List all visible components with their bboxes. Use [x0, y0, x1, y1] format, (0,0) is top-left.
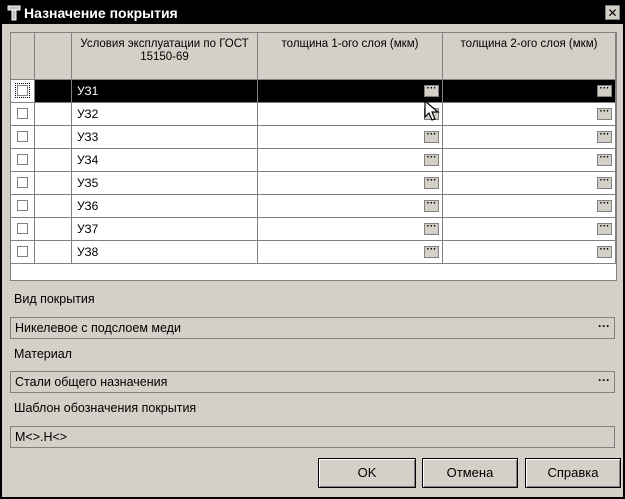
- row-conditions[interactable]: УЗ1: [72, 80, 258, 103]
- table-row[interactable]: УЗ6 ··· ···: [11, 195, 616, 218]
- row-thickness-2[interactable]: ···: [443, 195, 616, 218]
- table-row[interactable]: УЗ2 ··· ···: [11, 103, 616, 126]
- mouse-pointer-icon: [424, 100, 440, 121]
- row-checkbox[interactable]: [17, 131, 28, 142]
- column-header-thickness-2[interactable]: толщина 2-ого слоя (мкм): [443, 33, 616, 80]
- table-header: Условия эксплуатации по ГОСТ 15150-69 то…: [11, 33, 616, 80]
- row-checkbox[interactable]: [15, 83, 30, 98]
- material-ellipsis-button[interactable]: ···: [598, 372, 610, 388]
- ellipsis-button[interactable]: ···: [424, 153, 439, 166]
- ellipsis-button[interactable]: ···: [424, 176, 439, 189]
- row-thickness-2[interactable]: ···: [443, 126, 616, 149]
- ok-button[interactable]: OK: [318, 458, 416, 488]
- row-conditions[interactable]: УЗ3: [72, 126, 258, 149]
- coating-type-label: Вид покрытия: [14, 292, 95, 306]
- table-row[interactable]: УЗ3 ··· ···: [11, 126, 616, 149]
- row-conditions[interactable]: УЗ2: [72, 103, 258, 126]
- template-label: Шаблон обозначения покрытия: [14, 401, 197, 415]
- table-row[interactable]: УЗ4 ··· ···: [11, 149, 616, 172]
- ellipsis-button[interactable]: ···: [597, 176, 612, 189]
- material-label: Материал: [14, 347, 72, 361]
- ellipsis-button[interactable]: ···: [424, 84, 439, 97]
- table-row[interactable]: УЗ7 ··· ···: [11, 218, 616, 241]
- ellipsis-button[interactable]: ···: [424, 222, 439, 235]
- row-checkbox[interactable]: [17, 108, 28, 119]
- row-checkbox[interactable]: [17, 246, 28, 257]
- row-thickness-1[interactable]: ···: [258, 241, 443, 264]
- row-checkbox[interactable]: [17, 223, 28, 234]
- table-row[interactable]: УЗ5 ··· ···: [11, 172, 616, 195]
- row-thickness-1[interactable]: ···: [258, 172, 443, 195]
- row-conditions[interactable]: УЗ4: [72, 149, 258, 172]
- column-header-check: [11, 33, 35, 80]
- ellipsis-button[interactable]: ···: [424, 245, 439, 258]
- template-field[interactable]: M<>.H<>: [10, 426, 615, 448]
- coating-type-field[interactable]: Никелевое с подслоем меди ···: [10, 317, 615, 339]
- row-conditions[interactable]: УЗ5: [72, 172, 258, 195]
- row-thickness-1[interactable]: ···: [258, 149, 443, 172]
- row-checkbox[interactable]: [17, 177, 28, 188]
- ellipsis-button[interactable]: ···: [597, 153, 612, 166]
- row-thickness-2[interactable]: ···: [443, 241, 616, 264]
- row-thickness-2[interactable]: ···: [443, 218, 616, 241]
- table-row[interactable]: УЗ1 ··· ···: [11, 80, 616, 103]
- ellipsis-button[interactable]: ···: [597, 222, 612, 235]
- material-value: Стали общего назначения: [15, 375, 168, 389]
- row-conditions[interactable]: УЗ7: [72, 218, 258, 241]
- row-thickness-2[interactable]: ···: [443, 172, 616, 195]
- coating-type-ellipsis-button[interactable]: ···: [598, 318, 610, 334]
- material-field[interactable]: Стали общего назначения ···: [10, 371, 615, 393]
- table-row[interactable]: УЗ8 ··· ···: [11, 241, 616, 264]
- title-bar: Назначение покрытия ✕: [2, 2, 623, 24]
- ellipsis-button[interactable]: ···: [597, 130, 612, 143]
- row-thickness-2[interactable]: ···: [443, 103, 616, 126]
- template-value: M<>.H<>: [15, 430, 68, 444]
- column-header-conditions[interactable]: Условия эксплуатации по ГОСТ 15150-69: [72, 33, 258, 80]
- column-header-thickness-1[interactable]: толщина 1-ого слоя (мкм): [258, 33, 443, 80]
- column-header-blank: [35, 33, 72, 80]
- ellipsis-button[interactable]: ···: [597, 107, 612, 120]
- ellipsis-button[interactable]: ···: [597, 84, 612, 97]
- row-thickness-2[interactable]: ···: [443, 80, 616, 103]
- coating-type-value: Никелевое с подслоем меди: [15, 321, 181, 335]
- window-title: Назначение покрытия: [24, 5, 178, 21]
- row-conditions[interactable]: УЗ6: [72, 195, 258, 218]
- coating-assignment-dialog: Назначение покрытия ✕ Условия эксплуатац…: [0, 0, 625, 499]
- row-thickness-1[interactable]: ···: [258, 195, 443, 218]
- coating-tool-icon: [7, 5, 21, 21]
- row-thickness-1[interactable]: ···: [258, 80, 443, 103]
- row-thickness-1[interactable]: ···: [258, 103, 443, 126]
- ellipsis-button[interactable]: ···: [597, 245, 612, 258]
- row-conditions[interactable]: УЗ8: [72, 241, 258, 264]
- close-button[interactable]: ✕: [605, 5, 620, 20]
- row-thickness-2[interactable]: ···: [443, 149, 616, 172]
- coating-conditions-table: Условия эксплуатации по ГОСТ 15150-69 то…: [10, 32, 617, 281]
- ellipsis-button[interactable]: ···: [424, 130, 439, 143]
- row-thickness-1[interactable]: ···: [258, 218, 443, 241]
- row-thickness-1[interactable]: ···: [258, 126, 443, 149]
- ellipsis-button[interactable]: ···: [424, 199, 439, 212]
- cancel-button[interactable]: Отмена: [422, 458, 518, 488]
- ellipsis-button[interactable]: ···: [597, 199, 612, 212]
- row-checkbox[interactable]: [17, 154, 28, 165]
- row-checkbox[interactable]: [17, 200, 28, 211]
- help-button[interactable]: Справка: [525, 458, 621, 488]
